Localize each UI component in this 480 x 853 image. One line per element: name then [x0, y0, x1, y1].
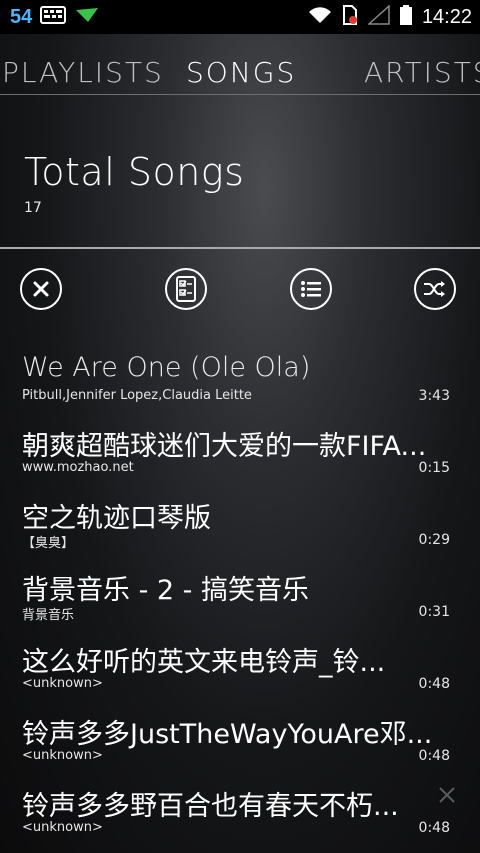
- song-duration: 0:48: [418, 820, 450, 836]
- battery-icon: [399, 5, 412, 29]
- song-row[interactable]: 铃声多多野百合也有春天不朽... <unknown> 0:48: [0, 782, 480, 853]
- select-button[interactable]: [165, 268, 207, 310]
- tab-divider: [0, 94, 480, 95]
- keyboard-icon: [40, 6, 67, 28]
- close-icon: [439, 787, 455, 803]
- song-row[interactable]: 背景音乐 - 2 - 搞笑音乐 背景音乐 0:31: [0, 566, 480, 638]
- toolbar: [0, 268, 480, 314]
- tab-artists[interactable]: Artists: [364, 56, 480, 89]
- header-divider: [0, 247, 480, 249]
- song-artist: Pitbull,Jennifer Lopez,Claudia Leitte: [22, 388, 252, 403]
- song-artist: <unknown>: [22, 748, 103, 763]
- checklist-icon: [176, 276, 196, 302]
- signal-icon: [366, 4, 390, 29]
- song-count: 17: [24, 200, 42, 216]
- song-duration: 0:15: [418, 460, 450, 476]
- tab-playlists[interactable]: Playlists: [2, 56, 164, 89]
- close-icon: [33, 281, 49, 297]
- tab-bar: Playlists Songs Artists: [0, 52, 480, 96]
- song-artist: <unknown>: [22, 820, 103, 835]
- song-title: 空之轨迹口琴版: [22, 503, 211, 534]
- status-bar: 54 14:22: [0, 0, 480, 34]
- list-icon: [301, 281, 321, 297]
- song-title: We Are One (Ole Ola): [22, 352, 311, 383]
- song-title: 这么好听的英文来电铃声_铃...: [22, 647, 386, 678]
- notification-count: 54: [10, 5, 33, 28]
- song-row[interactable]: 这么好听的英文来电铃声_铃... <unknown> 0:48: [0, 638, 480, 710]
- song-artist: 背景音乐: [22, 608, 75, 623]
- songs-header: Total Songs 17: [24, 150, 244, 216]
- song-row[interactable]: 空之轨迹口琴版 【臭臭】 0:29: [0, 494, 480, 566]
- tab-songs[interactable]: Songs: [186, 56, 296, 89]
- shuffle-button[interactable]: [414, 268, 456, 310]
- song-artist: www.mozhao.net: [22, 460, 134, 475]
- song-artist: 【臭臭】: [22, 536, 75, 551]
- song-title: 铃声多多野百合也有春天不朽...: [22, 791, 399, 822]
- song-row[interactable]: 铃声多多JustTheWayYouAre邓... <unknown> 0:48: [0, 710, 480, 782]
- close-button[interactable]: [20, 268, 62, 310]
- song-duration: 3:43: [418, 388, 450, 404]
- shuffle-icon: [424, 281, 445, 297]
- song-title: 铃声多多JustTheWayYouAre邓...: [22, 719, 433, 750]
- song-list: We Are One (Ole Ola) Pitbull,Jennifer Lo…: [0, 350, 480, 853]
- song-title: 背景音乐 - 2 - 搞笑音乐: [22, 575, 309, 606]
- song-row[interactable]: We Are One (Ole Ola) Pitbull,Jennifer Lo…: [0, 350, 480, 422]
- song-row[interactable]: 朝爽超酷球迷们大爱的一款FIFA... www.mozhao.net 0:15: [0, 422, 480, 494]
- song-duration: 0:29: [418, 532, 450, 548]
- page-title: Total Songs: [24, 150, 245, 194]
- song-artist: <unknown>: [22, 676, 103, 691]
- wifi-icon: [308, 6, 332, 28]
- queue-button[interactable]: [290, 268, 332, 310]
- sim-alert-icon: [342, 5, 358, 29]
- dismiss-button[interactable]: [438, 786, 456, 808]
- song-title: 朝爽超酷球迷们大爱的一款FIFA...: [22, 431, 427, 462]
- song-duration: 0:48: [418, 748, 450, 764]
- download-arrow-icon: [74, 6, 100, 28]
- song-duration: 0:48: [418, 676, 450, 692]
- clock: 14:22: [421, 5, 472, 28]
- song-duration: 0:31: [418, 604, 450, 620]
